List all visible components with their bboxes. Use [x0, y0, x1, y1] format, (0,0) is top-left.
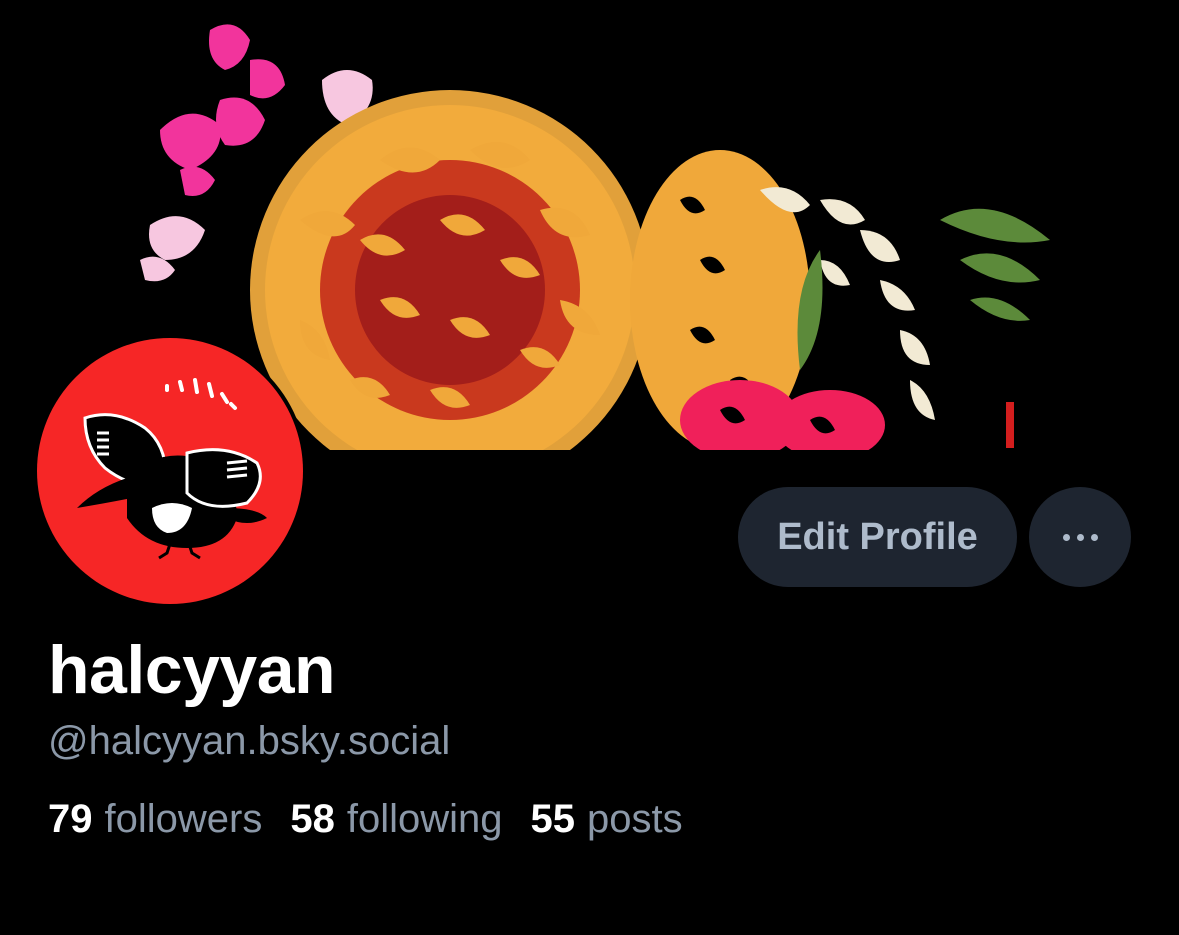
more-options-button[interactable] [1029, 487, 1131, 587]
ellipsis-icon [1062, 533, 1098, 541]
following-label: following [346, 797, 503, 841]
edit-profile-button[interactable]: Edit Profile [738, 487, 1017, 587]
posts-count: 55 [530, 797, 576, 841]
display-name: halcyyan [48, 632, 336, 708]
avatar[interactable] [33, 334, 307, 608]
following-count: 58 [290, 797, 335, 841]
posts-link[interactable]: 55 posts [531, 794, 683, 844]
following-link[interactable]: 58 following [290, 794, 502, 844]
followers-link[interactable]: 79 followers [48, 794, 262, 844]
followers-count: 79 [48, 797, 93, 841]
handle: @halcyyan.bsky.social [48, 719, 451, 763]
magpie-bird-illustration [77, 378, 267, 560]
profile-stats: 79 followers 58 following 55 posts [48, 794, 683, 844]
posts-label: posts [587, 797, 683, 841]
followers-label: followers [104, 797, 263, 841]
